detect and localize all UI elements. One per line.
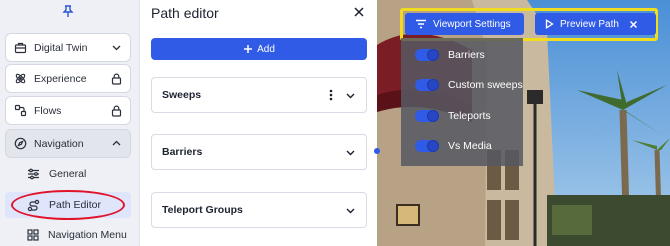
viewport-settings-button[interactable]: Viewport Settings	[405, 13, 524, 35]
preview-path-button[interactable]: Preview Path	[535, 13, 656, 35]
lock-icon	[111, 105, 122, 117]
sidebar-item-label: Flows	[34, 104, 62, 117]
pin-icon[interactable]	[61, 4, 75, 18]
briefcase-icon	[14, 42, 27, 54]
section-sweeps[interactable]: Sweeps	[151, 77, 367, 113]
chevron-down-icon[interactable]	[345, 205, 356, 216]
panel-resize-handle[interactable]	[374, 148, 380, 154]
sidebar-item-label: Digital Twin	[34, 41, 88, 54]
sidebar-subitem-label: Path Editor	[49, 199, 101, 211]
section-teleport-groups[interactable]: Teleport Groups	[151, 192, 367, 228]
chevron-up-icon	[112, 140, 121, 146]
section-label: Teleport Groups	[162, 204, 243, 216]
close-icon[interactable]	[629, 20, 638, 29]
toggle-label: Custom sweeps	[448, 79, 523, 91]
toggle-row-barriers[interactable]: Barriers	[415, 49, 485, 61]
grid-icon	[27, 229, 39, 241]
play-icon	[545, 19, 554, 29]
toggle-switch[interactable]	[415, 140, 439, 152]
chevron-down-icon	[112, 45, 121, 51]
toggle-label: Teleports	[448, 110, 491, 122]
filter-icon	[416, 19, 426, 29]
kebab-menu-icon[interactable]	[329, 89, 333, 101]
path-icon	[27, 199, 40, 211]
chevron-down-icon[interactable]	[345, 90, 356, 101]
add-button-label: Add	[257, 43, 275, 55]
sidebar-item-label: Experience	[34, 72, 87, 85]
path-editor-panel: Path editor Add Sweeps Barriers Teleport…	[141, 0, 377, 246]
toggle-row-custom-sweeps[interactable]: Custom sweeps	[415, 79, 523, 91]
section-label: Barriers	[162, 146, 203, 158]
preview-path-label: Preview Path	[560, 18, 619, 30]
sliders-icon	[28, 168, 39, 180]
route-icon	[14, 104, 27, 117]
toggle-switch[interactable]	[415, 49, 439, 61]
compass-icon	[14, 137, 27, 150]
viewport-settings-dropdown: Barriers Custom sweeps Teleports Vs Medi…	[401, 38, 523, 166]
plus-icon	[244, 45, 253, 53]
toggle-switch[interactable]	[415, 110, 439, 122]
section-label: Sweeps	[162, 89, 202, 101]
close-icon[interactable]	[352, 5, 366, 19]
sidebar: Digital Twin Experience Flows Navigation	[0, 0, 140, 246]
lock-icon	[111, 73, 122, 85]
chevron-down-icon[interactable]	[345, 147, 356, 158]
toggle-label: Barriers	[448, 49, 485, 61]
sidebar-item-experience[interactable]: Experience	[5, 64, 131, 93]
sidebar-item-label: Navigation	[34, 137, 84, 150]
toggle-row-teleports[interactable]: Teleports	[415, 110, 491, 122]
sidebar-item-flows[interactable]: Flows	[5, 96, 131, 125]
toggle-label: Vs Media	[448, 140, 492, 152]
add-button[interactable]: Add	[151, 38, 367, 60]
sidebar-subitem-label: General	[49, 168, 87, 180]
toggle-switch[interactable]	[415, 79, 439, 91]
viewport-settings-label: Viewport Settings	[433, 18, 511, 30]
toggle-row-vs-media[interactable]: Vs Media	[415, 140, 492, 152]
panel-title: Path editor	[151, 5, 219, 21]
sidebar-item-navigation[interactable]: Navigation	[5, 129, 131, 158]
sidebar-item-digital-twin[interactable]: Digital Twin	[5, 33, 131, 62]
sidebar-subitem-label: Navigation Menu	[48, 229, 127, 241]
atom-icon	[15, 73, 26, 84]
section-barriers[interactable]: Barriers	[151, 134, 367, 170]
sidebar-subitem-path-editor[interactable]: Path Editor	[5, 192, 131, 218]
sidebar-subitem-navigation-menu[interactable]: Navigation Menu	[5, 222, 131, 246]
sidebar-subitem-general[interactable]: General	[5, 161, 131, 187]
